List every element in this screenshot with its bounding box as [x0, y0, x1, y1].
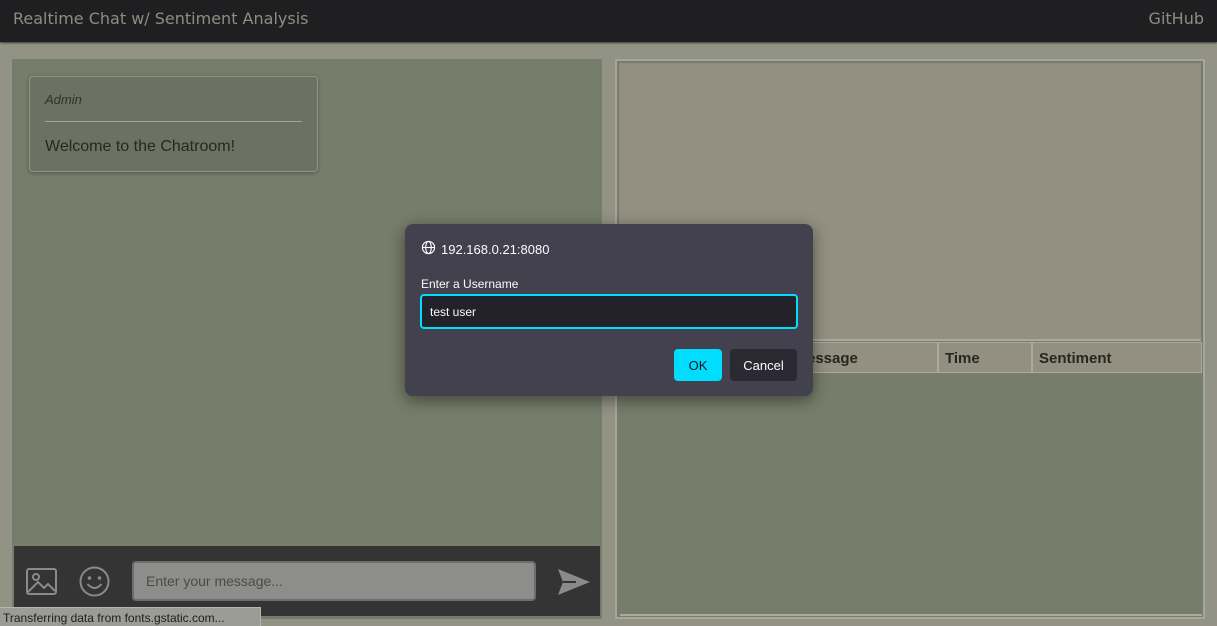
- column-header-sentiment: Sentiment: [1032, 342, 1202, 373]
- send-icon[interactable]: [556, 566, 592, 598]
- message-input[interactable]: [132, 561, 536, 601]
- chat-input-bar: [14, 546, 600, 616]
- message-text: Welcome to the Chatroom!: [45, 138, 236, 155]
- ok-button[interactable]: OK: [674, 349, 722, 381]
- username-prompt-dialog: 192.168.0.21:8080 Enter a Username OK Ca…: [405, 224, 813, 396]
- chat-message: Admin Welcome to the Chatroom!: [29, 76, 318, 172]
- dialog-prompt-label: Enter a Username: [421, 277, 519, 291]
- dialog-origin-text: 192.168.0.21:8080: [441, 241, 550, 257]
- column-header-time: Time: [938, 342, 1032, 373]
- navbar: Realtime Chat w/ Sentiment Analysis GitH…: [0, 0, 1217, 42]
- message-author: Admin: [45, 92, 82, 107]
- status-bar: Transferring data from fonts.gstatic.com…: [0, 607, 261, 626]
- message-divider: [45, 121, 302, 122]
- table-bottom-border: [620, 614, 1202, 616]
- globe-icon: [421, 240, 436, 258]
- app-title: Realtime Chat w/ Sentiment Analysis: [13, 9, 309, 28]
- emoji-icon[interactable]: [78, 565, 111, 598]
- image-upload-icon[interactable]: [25, 565, 58, 598]
- cancel-button[interactable]: Cancel: [730, 349, 797, 381]
- dialog-origin: 192.168.0.21:8080: [421, 240, 549, 258]
- username-input[interactable]: [420, 294, 798, 329]
- github-link[interactable]: GitHub: [1149, 9, 1204, 28]
